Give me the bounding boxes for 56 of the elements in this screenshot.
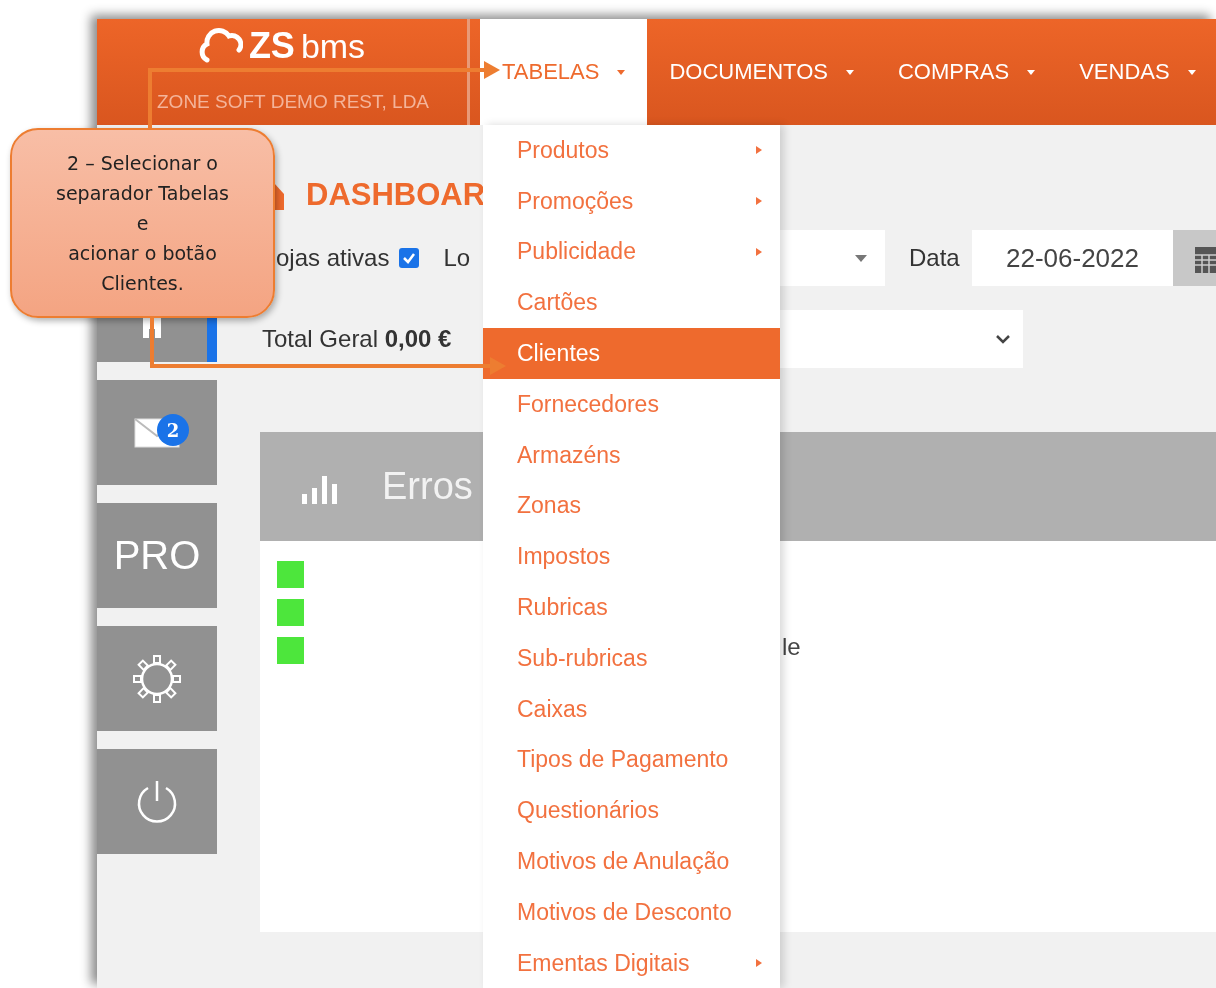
callout-text: e	[136, 211, 149, 236]
menu-item[interactable]: Motivos de Desconto	[483, 886, 780, 938]
settings-icon	[132, 653, 182, 704]
callout-text: acionar o botão	[68, 241, 217, 266]
menu-item[interactable]: Motivos de Anulação	[483, 836, 780, 887]
caret-icon	[1187, 69, 1196, 75]
pro-tile[interactable]: PRO	[97, 503, 217, 608]
nav-tab[interactable]: DOCUMENTOS	[647, 19, 876, 125]
dashboard-title: DASHBOAR	[306, 177, 486, 213]
building-icon	[142, 318, 162, 338]
menu-item[interactable]: Impostos	[483, 531, 780, 583]
callout-text: 2 – Selecionar o	[67, 151, 218, 176]
checkbox[interactable]	[399, 248, 420, 268]
total-label: Total Geral 0,00 €	[262, 325, 453, 353]
menu-item[interactable]: Publicidade	[483, 226, 780, 278]
menu-item[interactable]: Questionários	[483, 785, 780, 837]
checkmark-icon	[402, 252, 417, 264]
company-name: ZONE SOFT DEMO REST, LDA	[157, 91, 430, 113]
caret-icon	[617, 69, 626, 75]
pro-label: PRO	[113, 533, 201, 578]
panel-title: Erros	[382, 465, 473, 508]
active-stores-label: ojas ativas	[276, 244, 390, 272]
menu-item[interactable]: Cartões	[483, 277, 780, 329]
menu-item[interactable]: Armazéns	[483, 429, 780, 481]
logo-mark: ZS	[248, 25, 295, 67]
settings-tile[interactable]	[97, 626, 217, 731]
menu-item[interactable]: Promoções	[483, 175, 780, 227]
store-tile[interactable]	[97, 318, 217, 362]
logo-name: bms	[300, 26, 366, 66]
cloud-icon	[198, 26, 243, 66]
menu-item[interactable]: Zonas	[483, 480, 780, 532]
date-label: Data	[909, 244, 961, 272]
date-field[interactable]: 22-06-2022	[972, 230, 1173, 286]
caret-icon	[1027, 69, 1036, 75]
chevron-down-icon	[995, 334, 1011, 344]
menu-item[interactable]: Fornecedores	[483, 379, 780, 430]
menu-item[interactable]: Produtos	[483, 125, 780, 176]
legend-text: le	[782, 633, 801, 662]
menu-item[interactable]: Sub-rubricas	[483, 632, 780, 684]
menu-item[interactable]: Clientes	[483, 328, 780, 379]
notification-badge: 2	[157, 414, 189, 446]
menu-item[interactable]: Caixas	[483, 683, 780, 735]
callout-text: separador Tabelas	[56, 181, 229, 206]
menu-item[interactable]: Ementas Digitais	[483, 937, 780, 988]
nav-tab[interactable]: COMPRAS	[875, 19, 1058, 125]
store-label: Lo	[443, 244, 471, 272]
menu-item[interactable]: Rubricas	[483, 582, 780, 633]
nav-tab[interactable]: VENDAS	[1057, 19, 1216, 125]
mail-tile[interactable]: 2	[97, 380, 217, 485]
callout-text: Clientes.	[101, 271, 184, 296]
nav-tab[interactable]: TABELAS	[480, 19, 648, 125]
calendar-button[interactable]	[1173, 230, 1216, 286]
caret-icon	[855, 254, 867, 262]
menu-item[interactable]: Tipos de Pagamento	[483, 734, 780, 786]
caret-icon	[845, 69, 854, 75]
power-tile[interactable]	[97, 749, 217, 854]
